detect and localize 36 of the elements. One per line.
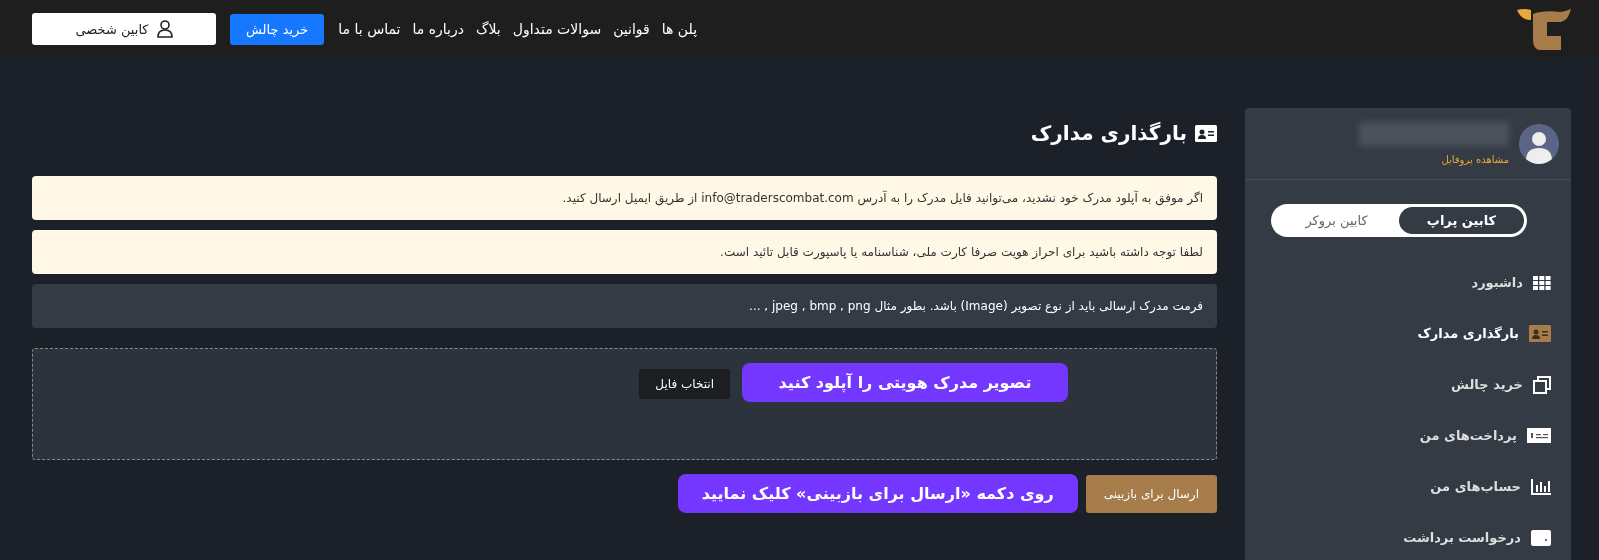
personal-cabinet-button[interactable]: کابین شخصی [32,13,216,45]
submit-for-review-button[interactable]: ارسال برای بازبینی [1085,474,1217,513]
sidebar-item[interactable]: پرداخت‌های من [1265,410,1551,461]
sidebar-item[interactable]: درخواست برداشت [1265,512,1551,560]
choose-file-button[interactable]: انتخاب فایل [639,369,730,399]
id-card-icon [1195,124,1217,142]
id-card-icon [1529,325,1551,342]
windows-icon [1533,375,1551,394]
logo-icon[interactable] [1517,8,1571,50]
nav-link[interactable]: درباره ما [412,21,464,37]
warning-alert: اگر موفق به آپلود مدرک خود نشدید، می‌توانید فایل مدرک را به آدرس info@traderscombat.com از طریق ایمیل ارسال کنید. [32,176,1217,220]
wallet-icon [1531,529,1551,546]
view-profile-link[interactable]: مشاهده پروفایل [1359,154,1509,165]
sidebar-item[interactable]: حساب‌های من [1265,461,1551,512]
cabinet-tab[interactable]: کابین بروکر [1274,207,1399,234]
page-title: بارگذاری مدارک [1030,121,1187,145]
annotation-callout: تصویر مدرک هویتی را آپلود کنید [742,363,1068,402]
sidebar-item[interactable]: بارگذاری مدارک [1265,308,1551,359]
bar-chart-icon [1531,478,1551,495]
nav-link[interactable]: قوانین [613,21,650,37]
user-icon [156,20,173,38]
button-label: کابین شخصی [75,21,149,37]
info-alert: فرمت مدرک ارسالی باید از نوع تصویر (Image) باشد. بطور مثال jpeg , bmp , png , ... [32,284,1217,328]
buy-challenge-button[interactable]: خرید چالش [230,13,325,45]
bill-icon [1527,428,1551,443]
nav-link[interactable]: سوالات متداول [512,21,602,37]
annotation-callout: روی دکمه «ارسال برای بازبینی» کلیک نمایید [677,474,1078,513]
nav-link[interactable]: پلن ها [661,21,698,37]
sidebar-item[interactable]: خرید چالش [1265,359,1551,410]
sidebar-item[interactable]: داشبورد [1265,257,1551,308]
nav-link[interactable]: بلاگ [476,21,501,37]
grid-icon [1533,275,1551,290]
warning-alert: لطفا توجه داشته باشید برای احراز هویت صرفا کارت ملی، شناسنامه یا پاسپورت قابل تائید است. [32,230,1217,274]
avatar-icon [1519,123,1559,164]
cabinet-tab[interactable]: کابین پراپ [1399,207,1524,234]
nav-link[interactable]: تماس با ما [338,21,401,37]
